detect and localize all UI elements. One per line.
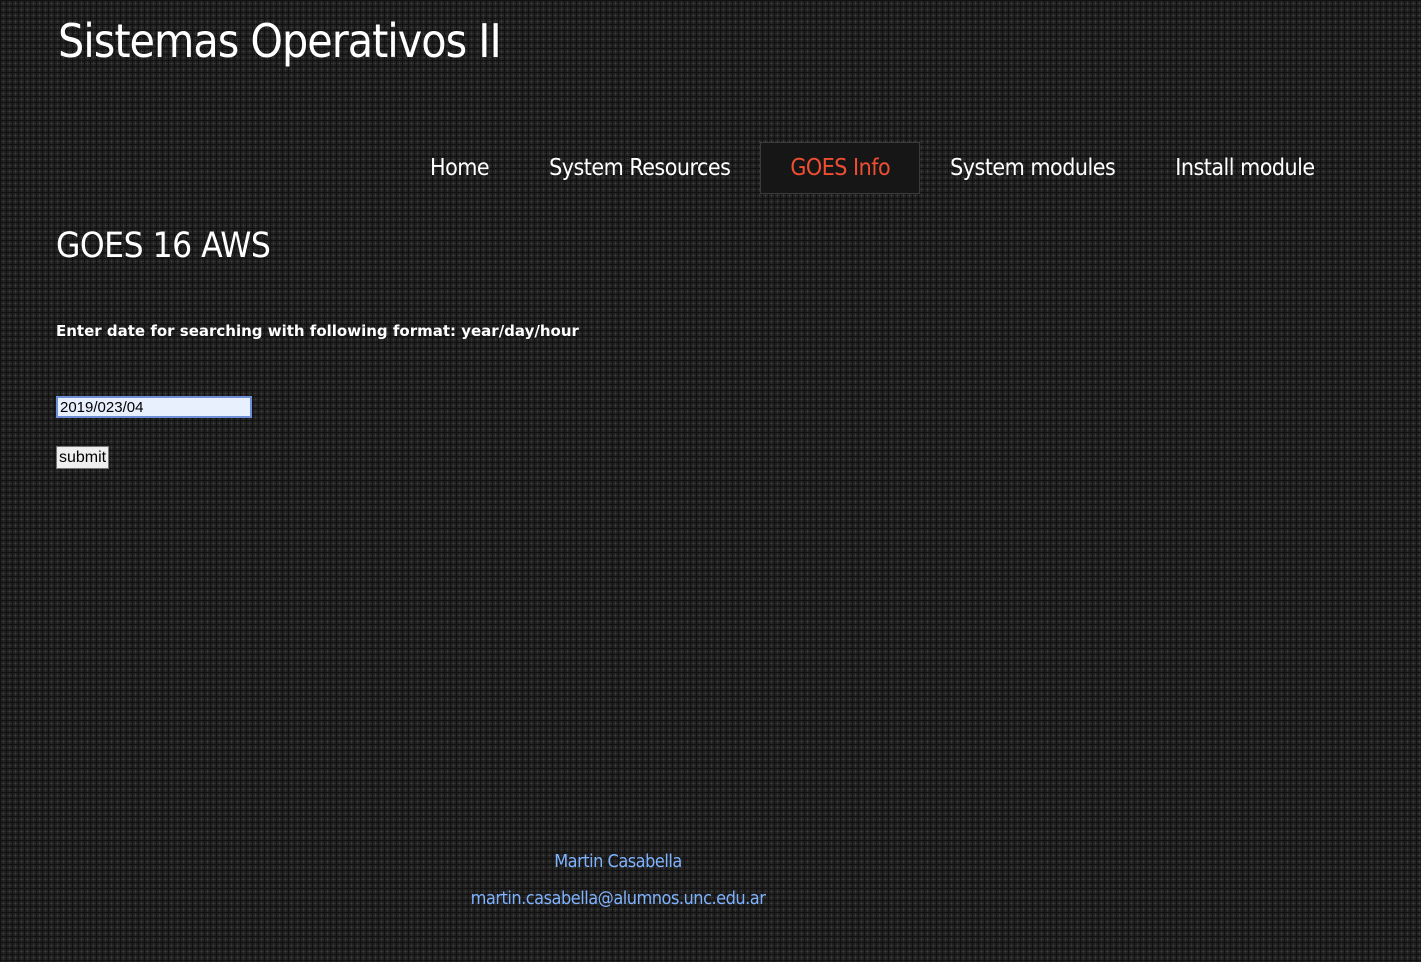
nav-item-system-resources[interactable]: System Resources — [519, 142, 760, 194]
nav-item-home[interactable]: Home — [400, 142, 519, 194]
nav-item-goes-info[interactable]: GOES Info — [760, 142, 921, 194]
main-nav: Home System Resources GOES Info System m… — [400, 142, 1345, 194]
author-email-link[interactable]: martin.casabella@alumnos.unc.edu.ar — [418, 885, 818, 913]
submit-button[interactable]: submit — [56, 446, 110, 469]
nav-item-install-module[interactable]: Install module — [1145, 142, 1344, 194]
site-title: Sistemas Operativos II — [58, 14, 502, 68]
date-input[interactable] — [56, 396, 252, 418]
page-heading: GOES 16 AWS — [56, 226, 271, 266]
date-format-instructions: Enter date for searching with following … — [56, 322, 579, 340]
footer: Martin Casabella martin.casabella@alumno… — [418, 848, 818, 913]
author-name: Martin Casabella — [554, 851, 682, 872]
nav-item-system-modules[interactable]: System modules — [920, 142, 1145, 194]
